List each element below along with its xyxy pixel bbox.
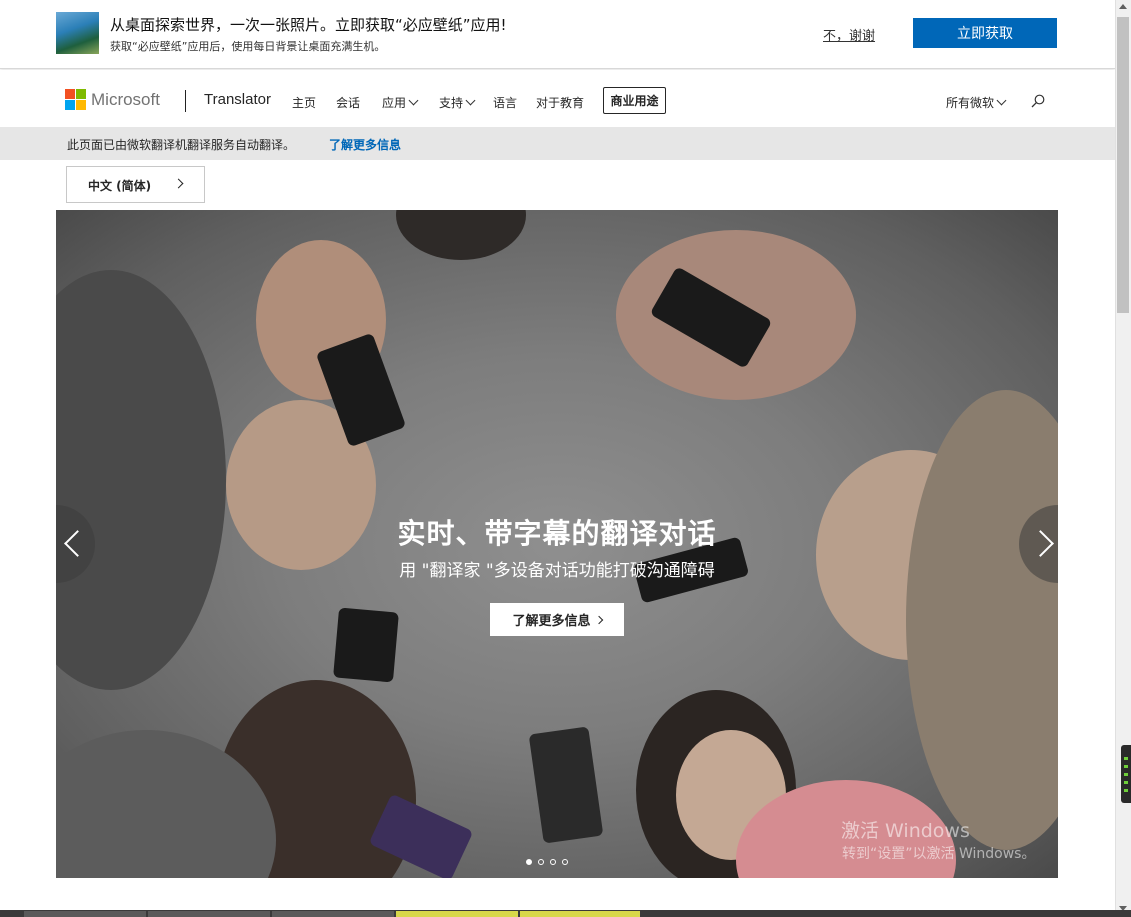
phone-shape bbox=[333, 607, 399, 683]
hero-title: 实时、带字幕的翻译对话 bbox=[397, 517, 717, 550]
nav-item-support[interactable]: 支持 bbox=[439, 94, 476, 111]
taskbar-item[interactable] bbox=[272, 911, 394, 917]
meter-bar bbox=[1124, 773, 1128, 776]
chevron-right-icon bbox=[173, 178, 184, 189]
nav-item-label: 语言 bbox=[493, 96, 518, 110]
nav-item-label: 主页 bbox=[292, 96, 317, 110]
translator-app-name[interactable]: Translator bbox=[204, 91, 271, 108]
business-button[interactable]: 商业用途 bbox=[603, 87, 666, 114]
chevron-right-icon bbox=[1027, 530, 1054, 557]
carousel-dot-3[interactable] bbox=[550, 859, 556, 865]
nav-item-languages[interactable]: 语言 bbox=[493, 94, 517, 111]
taskbar-item[interactable] bbox=[520, 911, 640, 917]
nav-item-label: 应用 bbox=[382, 96, 407, 110]
nav-item-label: 会话 bbox=[336, 96, 361, 110]
carousel-dot-2[interactable] bbox=[538, 859, 544, 865]
meter-bar bbox=[1124, 781, 1128, 784]
nav-item-label: 对于教育 bbox=[536, 96, 585, 110]
hero-carousel: 实时、带字幕的翻译对话 用 "翻译家 "多设备对话功能打破沟通障碍 了解更多信息… bbox=[56, 210, 1058, 878]
scrollbar-thumb[interactable] bbox=[1117, 17, 1129, 313]
notice-text: 此页面已由微软翻译机翻译服务自动翻译。 bbox=[67, 138, 296, 152]
logo-square-red bbox=[65, 89, 75, 99]
microsoft-wordmark[interactable]: Microsoft bbox=[91, 90, 160, 110]
promo-title: 从桌面探索世界，一次一张照片。立即获取“必应壁纸”应用! bbox=[110, 16, 507, 34]
nav-item-conversation[interactable]: 会话 bbox=[336, 94, 360, 111]
activate-windows-subtitle: 转到“设置”以激活 Windows。 bbox=[842, 846, 1036, 862]
nav-item-apps[interactable]: 应用 bbox=[382, 94, 419, 111]
activate-windows-title: 激活 Windows bbox=[841, 820, 970, 842]
hero-learn-more-button[interactable]: 了解更多信息 bbox=[490, 603, 624, 636]
nav-item-label: 支持 bbox=[439, 96, 464, 110]
all-microsoft-label: 所有微软 bbox=[946, 96, 995, 110]
meter-bar bbox=[1124, 757, 1128, 760]
chevron-right-icon bbox=[594, 615, 603, 624]
meter-bar bbox=[1124, 789, 1128, 792]
language-selector-label: 中文 (简体) bbox=[88, 179, 152, 193]
promo-dismiss-link[interactable]: 不，谢谢 bbox=[823, 25, 875, 44]
search-icon[interactable] bbox=[1031, 94, 1045, 108]
nav-item-home[interactable]: 主页 bbox=[292, 94, 316, 111]
meter-bar bbox=[1124, 765, 1128, 768]
person-face bbox=[396, 210, 526, 260]
scroll-up-icon[interactable] bbox=[1119, 4, 1127, 9]
nav-item-education[interactable]: 对于教育 bbox=[536, 94, 584, 111]
header-divider bbox=[185, 90, 186, 112]
promo-get-button[interactable]: 立即获取 bbox=[913, 18, 1057, 48]
taskbar-item[interactable] bbox=[396, 911, 518, 917]
notice-learn-more-link[interactable]: 了解更多信息 bbox=[329, 136, 401, 153]
taskbar-item[interactable] bbox=[24, 911, 146, 917]
logo-square-green bbox=[76, 89, 86, 99]
hero-subtitle: 用 "翻译家 "多设备对话功能打破沟通障碍 bbox=[399, 561, 715, 581]
taskbar-item[interactable] bbox=[148, 911, 270, 917]
carousel-dot-1[interactable] bbox=[526, 859, 532, 865]
logo-square-yellow bbox=[76, 100, 86, 110]
promo-subtitle: 获取“必应壁纸”应用后，使用每日背景让桌面充满生机。 bbox=[110, 40, 386, 53]
logo-square-blue bbox=[65, 100, 75, 110]
phone-shape bbox=[528, 726, 604, 844]
chevron-down-icon bbox=[996, 95, 1007, 106]
hero-cta-label: 了解更多信息 bbox=[512, 614, 591, 629]
microsoft-logo-icon[interactable] bbox=[65, 89, 86, 110]
all-microsoft-menu[interactable]: 所有微软 bbox=[946, 94, 1007, 111]
language-selector-button[interactable]: 中文 (简体) bbox=[66, 166, 205, 203]
chevron-down-icon bbox=[408, 95, 419, 106]
person-shape bbox=[56, 270, 226, 690]
wallpaper-app-thumbnail bbox=[56, 12, 99, 54]
chevron-left-icon bbox=[64, 530, 91, 557]
carousel-dot-4[interactable] bbox=[562, 859, 568, 865]
chevron-down-icon bbox=[465, 95, 476, 106]
carousel-indicators bbox=[526, 859, 568, 865]
side-meter-widget[interactable] bbox=[1121, 745, 1131, 803]
